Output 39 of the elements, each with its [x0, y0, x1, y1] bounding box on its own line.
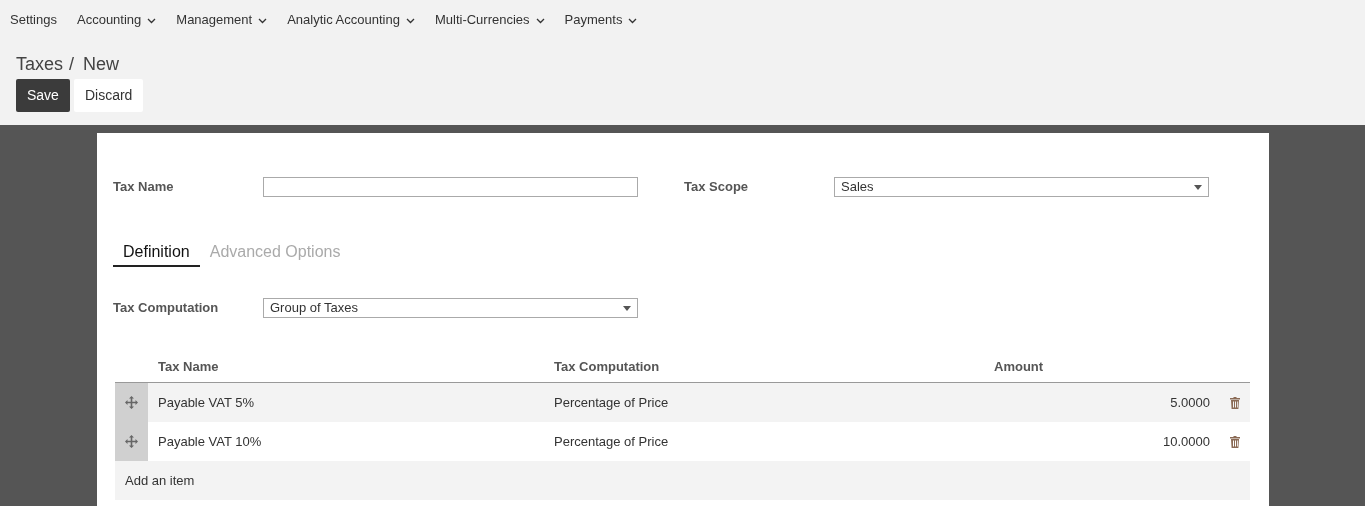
chevron-down-icon	[535, 18, 545, 24]
move-icon[interactable]	[125, 435, 138, 448]
breadcrumb-separator: /	[69, 53, 75, 76]
tax-name-field[interactable]	[263, 177, 638, 197]
menu-item[interactable]: Accounting	[77, 10, 157, 30]
table-cell-text: Percentage of Price	[554, 393, 670, 412]
column-header: Tax Computation	[554, 358, 661, 377]
table-cell-text: 10.0000	[1162, 432, 1210, 451]
breadcrumb-link[interactable]: Taxes	[16, 51, 64, 78]
tax-scope-select[interactable]: Sales	[834, 177, 1209, 197]
table-cell-text: Payable VAT 10%	[157, 432, 263, 451]
add-item-link[interactable]: Add an item	[125, 470, 195, 491]
move-icon[interactable]	[125, 396, 138, 409]
chevron-down-icon	[405, 18, 415, 24]
menu-item[interactable]: Multi-Currencies	[434, 10, 545, 30]
caret-down-icon	[1194, 184, 1202, 190]
trash-icon[interactable]	[1230, 435, 1240, 448]
tab[interactable]: Definition	[113, 238, 200, 267]
field-label: Tax Computation	[113, 299, 220, 318]
save-button[interactable]: Save	[16, 79, 70, 112]
chevron-down-icon	[628, 18, 638, 24]
menu-item[interactable]: Payments	[564, 10, 638, 30]
menu-item[interactable]: Settings	[10, 10, 57, 30]
caret-down-icon	[623, 305, 631, 311]
table-cell-text: 5.0000	[1169, 393, 1210, 412]
breadcrumb-current: New	[83, 53, 120, 76]
menu-item[interactable]: Analytic Accounting	[287, 10, 415, 30]
menu-item[interactable]: Management	[176, 10, 268, 30]
discard-button[interactable]: Discard	[73, 79, 144, 112]
table-cell-text: Percentage of Price	[554, 432, 670, 451]
column-header: Tax Name	[157, 358, 220, 377]
field-label: Tax Name	[113, 178, 175, 197]
tax-computation-select[interactable]: Group of Taxes	[263, 298, 638, 318]
chevron-down-icon	[147, 18, 157, 24]
chevron-down-icon	[258, 18, 268, 24]
trash-icon[interactable]	[1230, 396, 1240, 409]
table-cell-text: Payable VAT 5%	[157, 393, 256, 412]
column-header: Amount	[994, 358, 1044, 377]
field-label: Tax Scope	[684, 178, 750, 197]
